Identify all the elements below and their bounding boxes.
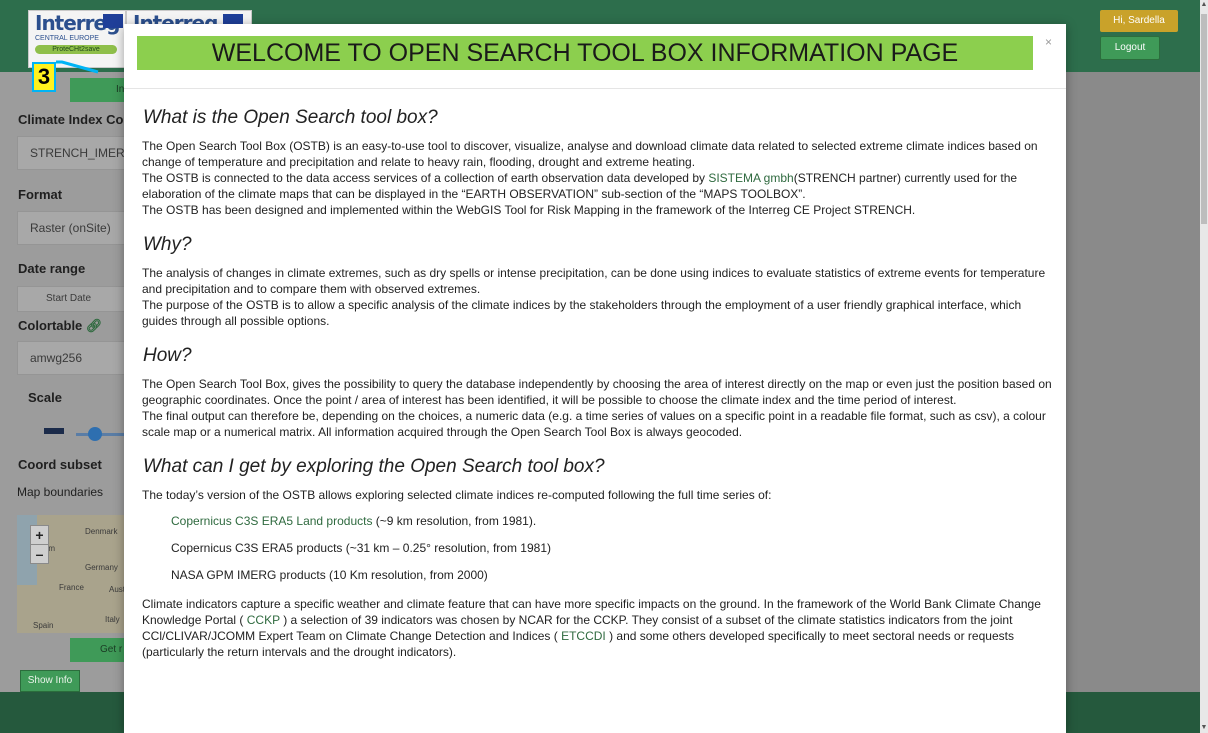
paragraph: The OSTB has been designed and implement… [142, 203, 916, 217]
eu-flag-icon [103, 14, 123, 28]
map-label-germany: Germany [85, 563, 118, 572]
user-greeting-button[interactable]: Hi, Sardella [1100, 10, 1178, 32]
paragraph: The final output can therefore be, depen… [142, 409, 1046, 439]
product-list: Copernicus C3S ERA5 Land products (~9 km… [142, 513, 1054, 583]
section-what-can-i-get: What can I get by exploring the Open Sea… [142, 456, 1054, 660]
map-boundaries-label[interactable]: Map boundaries [17, 485, 103, 499]
map-label-spain: Spain [33, 621, 54, 630]
era5-land-link[interactable]: Copernicus C3S ERA5 Land products [171, 514, 372, 528]
section-heading: How? [143, 345, 192, 366]
colortable-select[interactable]: amwg256 [17, 341, 125, 375]
paragraph: The purpose of the OSTB is to allow a sp… [142, 298, 1022, 328]
map-zoom-out-button[interactable]: – [30, 544, 49, 564]
list-item: Copernicus C3S ERA5 Land products (~9 km… [171, 513, 1054, 529]
logo-subtitle: CENTRAL EUROPE [35, 35, 99, 42]
map-label-austria: Aust [109, 585, 125, 594]
paragraph: The Open Search Tool Box, gives the poss… [142, 377, 1052, 407]
map-zoom-in-button[interactable]: + [30, 525, 49, 545]
badge-pointer-arrow [56, 60, 99, 74]
link-icon[interactable]: 🔗︎ [86, 318, 103, 333]
section-heading: What is the Open Search tool box? [143, 107, 438, 128]
scale-label: Scale [28, 390, 62, 405]
climate-index-label: Climate Index Co [18, 112, 124, 127]
section-why: Why? The analysis of changes in climate … [142, 234, 1054, 329]
logo-project-pill: ProteCHt2save [35, 45, 117, 54]
step-badge: 3 [32, 62, 56, 92]
modal-body: What is the Open Search tool box? The Op… [142, 107, 1054, 676]
etccdi-link[interactable]: ETCCDI [561, 629, 606, 643]
info-button[interactable]: In [70, 78, 130, 102]
scale-ruler-icon [44, 428, 64, 434]
map-label-denmark: Denmark [85, 527, 118, 536]
section-what-is: What is the Open Search tool box? The Op… [142, 107, 1054, 218]
paragraph: The Open Search Tool Box (OSTB) is an ea… [142, 139, 1038, 169]
coord-subset-label: Coord subset [18, 457, 102, 472]
colortable-label-text: Colortable [18, 318, 83, 333]
modal-header-divider [124, 88, 1066, 89]
sistema-link[interactable]: SISTEMA gmbh [708, 171, 793, 185]
section-heading: Why? [143, 234, 192, 255]
info-modal: WELCOME TO OPEN SEARCH TOOL BOX INFORMAT… [124, 24, 1066, 733]
format-select[interactable]: Raster (onSite) [17, 211, 125, 245]
colortable-label: Colortable 🔗︎ [18, 318, 102, 334]
list-item-text: (~9 km resolution, from 1981). [372, 514, 537, 528]
section-heading: What can I get by exploring the Open Sea… [143, 456, 605, 477]
map-label-italy: Italy [105, 615, 120, 624]
list-item: Copernicus C3S ERA5 products (~31 km – 0… [171, 541, 551, 555]
date-range-label: Date range [18, 261, 86, 276]
map-label-france: France [59, 583, 84, 592]
cckp-link[interactable]: CCKP [247, 613, 280, 627]
paragraph: The analysis of changes in climate extre… [142, 266, 1046, 296]
scale-slider-handle[interactable] [88, 427, 102, 441]
get-results-button[interactable]: Get r [70, 638, 130, 662]
section-how: How? The Open Search Tool Box, gives the… [142, 345, 1054, 440]
page-scrollbar-thumb[interactable] [1201, 14, 1207, 224]
start-date-input[interactable]: Start Date [17, 286, 125, 312]
paragraph-text: The OSTB is connected to the data access… [142, 171, 709, 185]
paragraph: The today’s version of the OSTB allows e… [142, 488, 772, 502]
logout-button[interactable]: Logout [1100, 36, 1160, 60]
paragraph: Climate indicators capture a specific we… [142, 596, 1054, 660]
show-info-button[interactable]: Show Info [20, 670, 80, 692]
scroll-down-arrow-icon[interactable]: ▼ [1200, 723, 1208, 733]
modal-title: WELCOME TO OPEN SEARCH TOOL BOX INFORMAT… [137, 36, 1033, 70]
scroll-up-arrow-icon[interactable]: ▲ [1200, 0, 1208, 10]
modal-close-button[interactable]: × [1045, 36, 1052, 48]
climate-index-select[interactable]: STRENCH_IMER [17, 136, 125, 170]
paragraph: The OSTB is connected to the data access… [142, 170, 1054, 202]
list-item: NASA GPM IMERG products (10 Km resolutio… [171, 568, 488, 582]
format-label: Format [18, 187, 63, 202]
